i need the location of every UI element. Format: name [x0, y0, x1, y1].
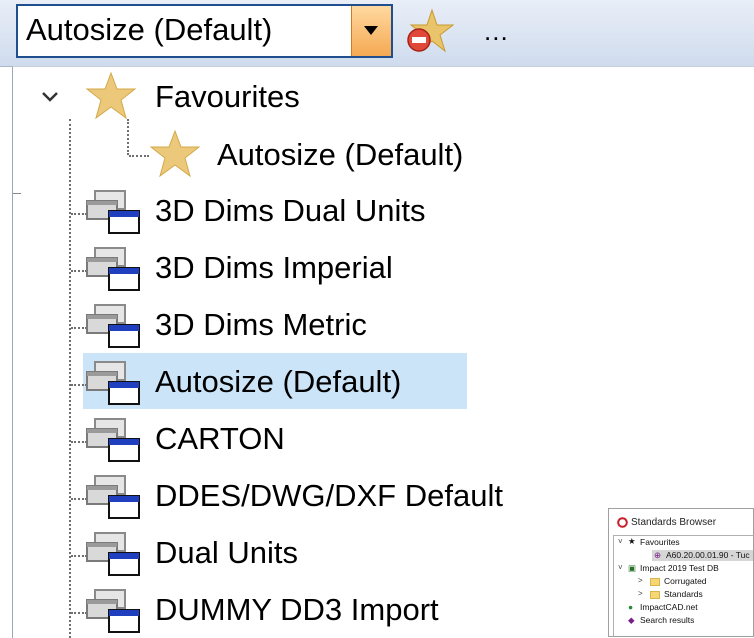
star-icon [85, 71, 137, 120]
chevron-right-icon[interactable]: > [638, 576, 643, 585]
tree-node-standard[interactable]: 3D Dims Dual Units [155, 193, 425, 229]
remove-favourite-icon[interactable] [404, 8, 455, 56]
mini-search-results[interactable]: Search results [640, 615, 694, 625]
tree-node-favourite-item[interactable]: Autosize (Default) [217, 137, 463, 173]
chevron-down-icon[interactable] [41, 91, 59, 103]
folder-icon [650, 591, 660, 599]
standard-window-icon [86, 304, 140, 348]
mini-corrugated[interactable]: Corrugated [664, 576, 707, 586]
tree-node-standard[interactable]: 3D Dims Metric [155, 307, 367, 343]
mini-fav-item[interactable]: A60.20.00.01.90 - Tuc [666, 550, 750, 560]
tree-edge-tick [13, 193, 21, 194]
standards-toolbar: Autosize (Default) ... [0, 0, 754, 67]
tree-node-standard[interactable]: Autosize (Default) [155, 364, 401, 400]
tree-node-standard[interactable]: Dual Units [155, 535, 298, 571]
tree-node-favourites[interactable]: Favourites [155, 79, 300, 115]
chevron-down-icon[interactable]: ˅ [618, 537, 623, 546]
mini-standards[interactable]: Standards [664, 589, 703, 599]
favourites-guide-line [127, 119, 129, 155]
globe-icon: ⊕ [654, 550, 662, 560]
standard-combo-value: Autosize (Default) [26, 12, 273, 47]
standard-window-icon [86, 190, 140, 234]
tree-node-standard[interactable]: DUMMY DD3 Import [155, 592, 439, 628]
standard-window-icon [86, 361, 140, 405]
chevron-right-icon[interactable]: > [638, 589, 643, 598]
tree-connector [129, 155, 149, 157]
tree-guide-line [69, 119, 71, 638]
dropdown-arrow-icon[interactable] [351, 6, 391, 56]
standard-window-icon [86, 247, 140, 291]
mini-impactcad[interactable]: ImpactCAD.net [640, 602, 698, 612]
standard-window-icon [86, 418, 140, 462]
more-options-button[interactable]: ... [484, 16, 509, 47]
mini-favourites[interactable]: Favourites [640, 537, 680, 547]
tree-node-standard[interactable]: CARTON [155, 421, 285, 457]
standard-combo-box[interactable]: Autosize (Default) [16, 4, 393, 58]
search-results-icon: ◆ [628, 615, 635, 625]
standard-window-icon [86, 532, 140, 576]
chevron-down-icon[interactable]: ˅ [618, 563, 623, 572]
database-icon: ▣ [628, 563, 637, 573]
star-icon [149, 129, 201, 178]
tree-node-standard[interactable]: 3D Dims Imperial [155, 250, 393, 286]
mini-db[interactable]: Impact 2019 Test DB [640, 563, 719, 573]
tree-node-standard[interactable]: DDES/DWG/DXF Default [155, 478, 503, 514]
star-icon: ★ [628, 536, 636, 546]
web-icon: ● [628, 602, 634, 612]
mini-window-title: Standards Browser [631, 517, 717, 528]
mini-tree-panel: ˅ ★ Favourites ⊕ A60.20.00.01.90 - Tuc ˅… [613, 535, 753, 636]
standard-window-icon [86, 475, 140, 519]
folder-icon [650, 578, 660, 586]
standards-browser-thumbnail[interactable]: Standards Browser ˅ ★ Favourites ⊕ A60.2… [608, 508, 754, 637]
impact-logo-icon [617, 517, 628, 528]
standard-window-icon [86, 589, 140, 633]
